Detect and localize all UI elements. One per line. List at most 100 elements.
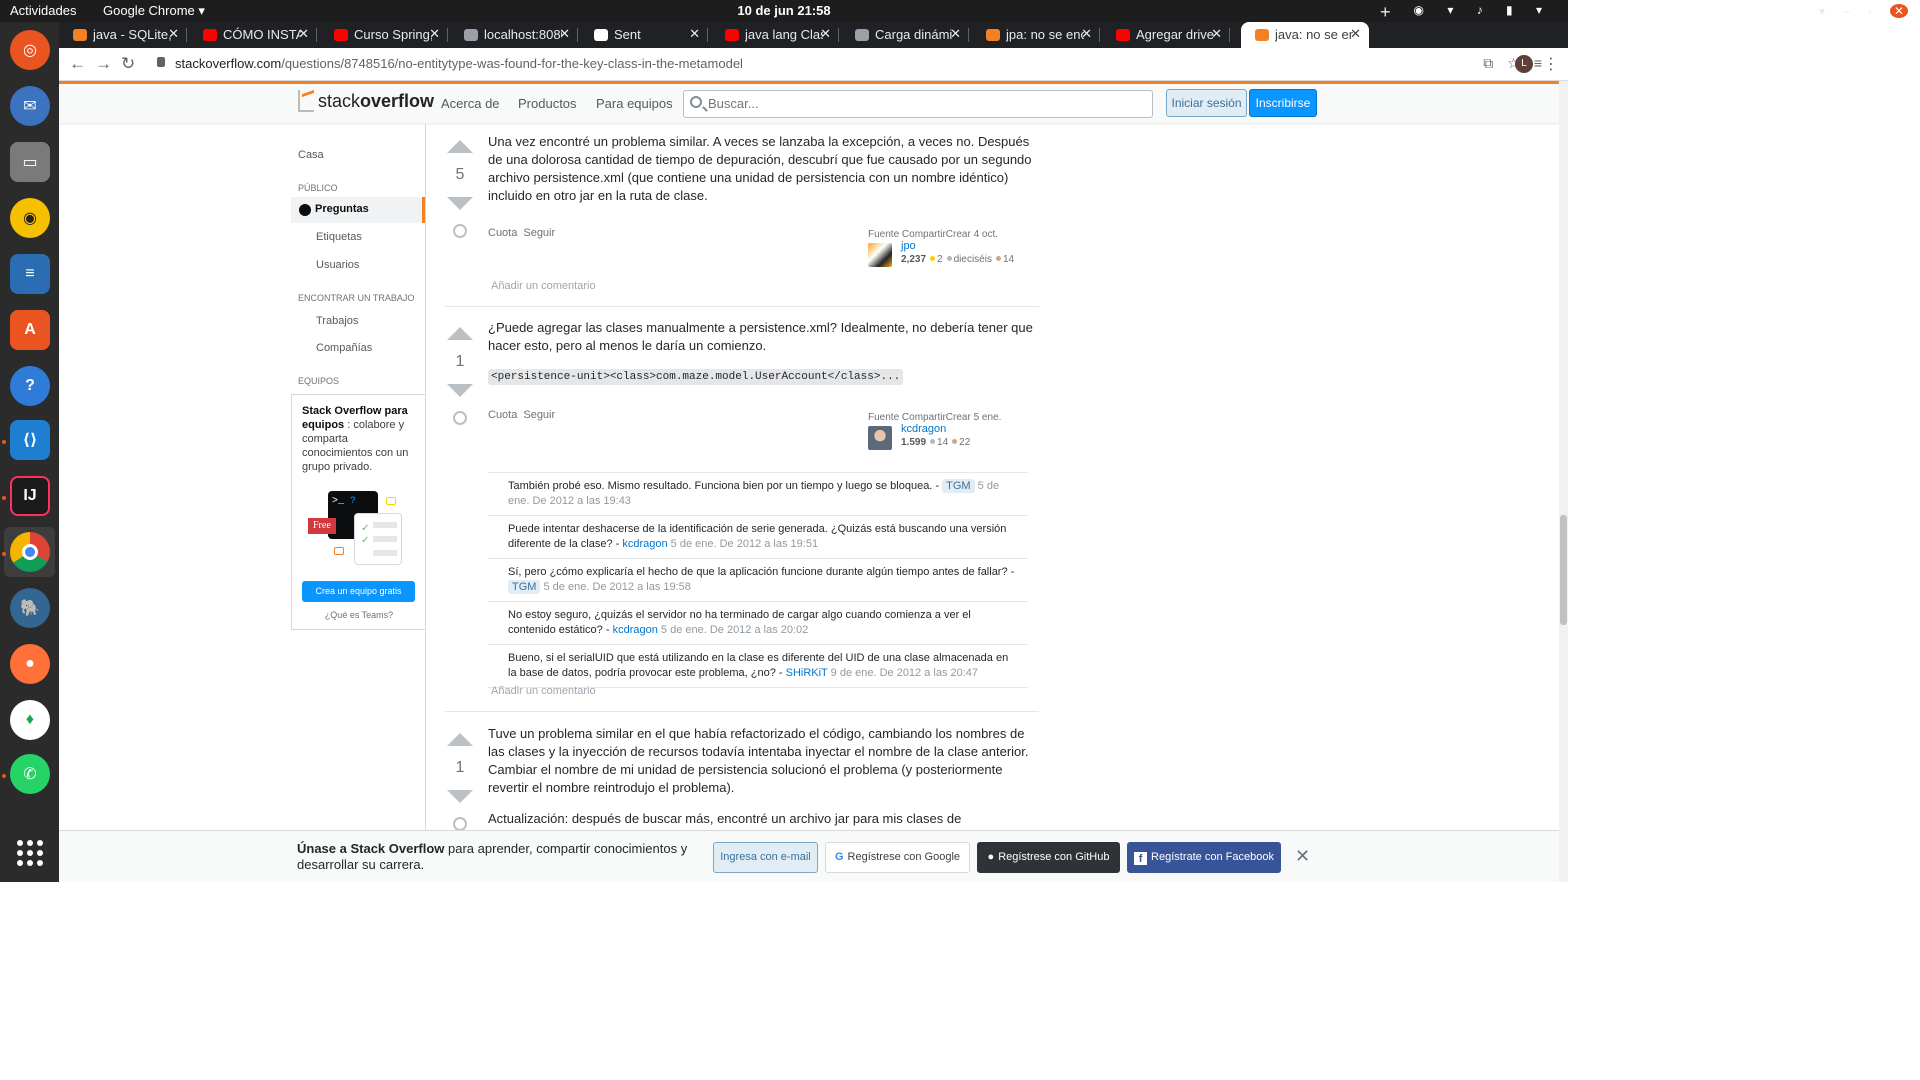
comment-date[interactable]: 5 de ene. De 2012 a las 20:02 [658,624,808,636]
tab-close-icon[interactable]: ✕ [1081,26,1092,42]
comment-user-link[interactable]: kcdragon [622,538,667,550]
sidebar-item-users[interactable]: Usuarios [316,259,359,271]
browser-tab[interactable]: java: no se enc✕ [1241,22,1369,48]
minimize-icon[interactable]: – [1843,4,1868,18]
browser-tab[interactable]: Sent ✕ [580,22,708,48]
avatar[interactable] [868,426,892,450]
postgresql-icon[interactable]: 🐘 [10,588,50,628]
browser-tab[interactable]: jpa: no se enc ✕ [972,22,1100,48]
tab-close-icon[interactable]: ✕ [559,26,570,42]
tab-close-icon[interactable]: ✕ [1211,26,1222,42]
avatar[interactable] [868,243,892,267]
sidebar-item-home[interactable]: Casa [298,149,324,161]
search-input[interactable] [708,96,1138,111]
comment-user-link[interactable]: TGM [508,580,541,594]
browser-tab[interactable]: Agregar driver ✕ [1102,22,1230,48]
sidebar-item-questions[interactable]: Preguntas [291,197,425,223]
browser-tab[interactable]: java - SQLite, ✕ [59,22,187,48]
menu-kebab-icon[interactable]: ⋮ [1543,54,1559,74]
window-controls[interactable]: ▾–▫ ✕ [1819,4,1908,18]
new-tab-button[interactable]: + [1380,2,1391,23]
browser-tab[interactable]: Curso Spring, ✕ [320,22,448,48]
thunderbird-icon[interactable]: ✉ [10,86,50,126]
scrollbar-thumb[interactable] [1560,515,1567,625]
user-name-link[interactable]: kcdragon [901,423,946,435]
upvote-arrow-icon[interactable] [447,327,473,340]
close-icon[interactable]: ✕ [1295,846,1310,867]
writer-icon[interactable]: ≡ [10,254,50,294]
tab-close-icon[interactable]: ✕ [168,26,179,42]
files-icon[interactable]: ▭ [10,142,50,182]
profile-avatar[interactable]: L [1515,55,1533,73]
history-icon[interactable] [453,411,467,425]
vscode-icon[interactable]: ⟨⟩ [10,420,50,460]
login-button[interactable]: Iniciar sesión [1166,89,1247,117]
close-window-icon[interactable]: ✕ [1889,4,1908,18]
history-icon[interactable] [453,224,467,238]
browser-tab[interactable]: localhost:8080 ✕ [450,22,578,48]
create-team-button[interactable]: Crea un equipo gratis [302,581,415,602]
so-logo[interactable]: stackoverflow [298,90,434,112]
browser-tab[interactable]: CÓMO INSTALAR✕ [189,22,317,48]
chrome-icon[interactable] [10,532,50,572]
comment-date[interactable]: 5 de ene. De 2012 a las 19:51 [668,538,818,550]
tab-close-icon[interactable]: ✕ [298,26,309,42]
share-link[interactable]: Cuota [488,227,517,239]
forward-icon[interactable]: → [95,54,112,74]
signup-button[interactable]: Inscribirse [1249,89,1317,117]
intellij-icon[interactable]: IJ [10,476,50,516]
scrollbar[interactable] [1559,81,1568,882]
sidebar-item-tags[interactable]: Etiquetas [316,231,362,243]
rhythmbox-icon[interactable]: ◉ [10,198,50,238]
history-icon[interactable] [453,817,467,830]
browser-tab[interactable]: java lang Class✕ [711,22,839,48]
nav-products[interactable]: Productos [518,96,577,111]
share-link[interactable]: Cuota [488,409,517,421]
tab-search-icon[interactable]: ▾ [1819,4,1843,18]
clock[interactable]: 10 de jun 21:58 [0,3,1568,18]
translate-icon[interactable]: ⧉ [1483,55,1507,71]
tab-close-icon[interactable]: ✕ [950,26,961,42]
show-applications-icon[interactable] [17,840,43,866]
tab-close-icon[interactable]: ✕ [1350,26,1361,42]
upvote-arrow-icon[interactable] [447,140,473,153]
signup-facebook-button[interactable]: f Regístrate con Facebook [1127,842,1281,873]
firefox-icon[interactable]: ● [10,644,50,684]
nav-teams[interactable]: Para equipos [596,96,673,111]
downvote-arrow-icon[interactable] [447,197,473,210]
upvote-arrow-icon[interactable] [447,733,473,746]
search-box[interactable] [683,90,1153,118]
comment-user-link[interactable]: SHiRKiT [786,667,828,679]
comment-user-link[interactable]: TGM [942,479,975,493]
browser-tab[interactable]: Carga dinámica✕ [841,22,969,48]
comment-user-link[interactable]: kcdragon [613,624,658,636]
add-comment-link[interactable]: Añadir un comentario [491,685,596,697]
add-comment-link[interactable]: Añadir un comentario [491,280,596,292]
tab-close-icon[interactable]: ✕ [689,26,700,42]
signup-google-button[interactable]: G Regístrese con Google [825,842,970,873]
back-icon[interactable]: ← [69,54,86,74]
follow-link[interactable]: Seguir [523,227,555,239]
follow-link[interactable]: Seguir [523,409,555,421]
maximize-icon[interactable]: ▫ [1868,4,1890,18]
help-icon[interactable]: ? [10,366,50,406]
signup-email-button[interactable]: Ingresa con e-mail [713,842,818,873]
downvote-arrow-icon[interactable] [447,384,473,397]
sidebar-item-companies[interactable]: Compañías [316,342,372,354]
software-icon[interactable]: A [10,310,50,350]
mongodb-icon[interactable]: ♦ [10,700,50,740]
whatsapp-icon[interactable]: ✆ [10,754,50,794]
nav-about[interactable]: Acerca de [441,96,500,111]
ubuntu-icon[interactable]: ◎ [10,30,50,70]
what-is-teams-link[interactable]: ¿Qué es Teams? [292,608,426,622]
lock-icon[interactable] [157,57,165,67]
comment-date[interactable]: 5 de ene. De 2012 a las 19:58 [540,581,691,593]
downvote-arrow-icon[interactable] [447,790,473,803]
sidebar-item-jobs[interactable]: Trabajos [316,315,358,327]
signup-github-button[interactable]: ● Regístrese con GitHub [977,842,1120,873]
reload-icon[interactable]: ↻ [121,54,135,74]
tab-close-icon[interactable]: ✕ [429,26,440,42]
user-name-link[interactable]: jpo [901,240,916,252]
system-tray[interactable]: ◉ ▾ ♪ ▮ ▾ [1414,3,1552,17]
tab-close-icon[interactable]: ✕ [820,26,831,42]
